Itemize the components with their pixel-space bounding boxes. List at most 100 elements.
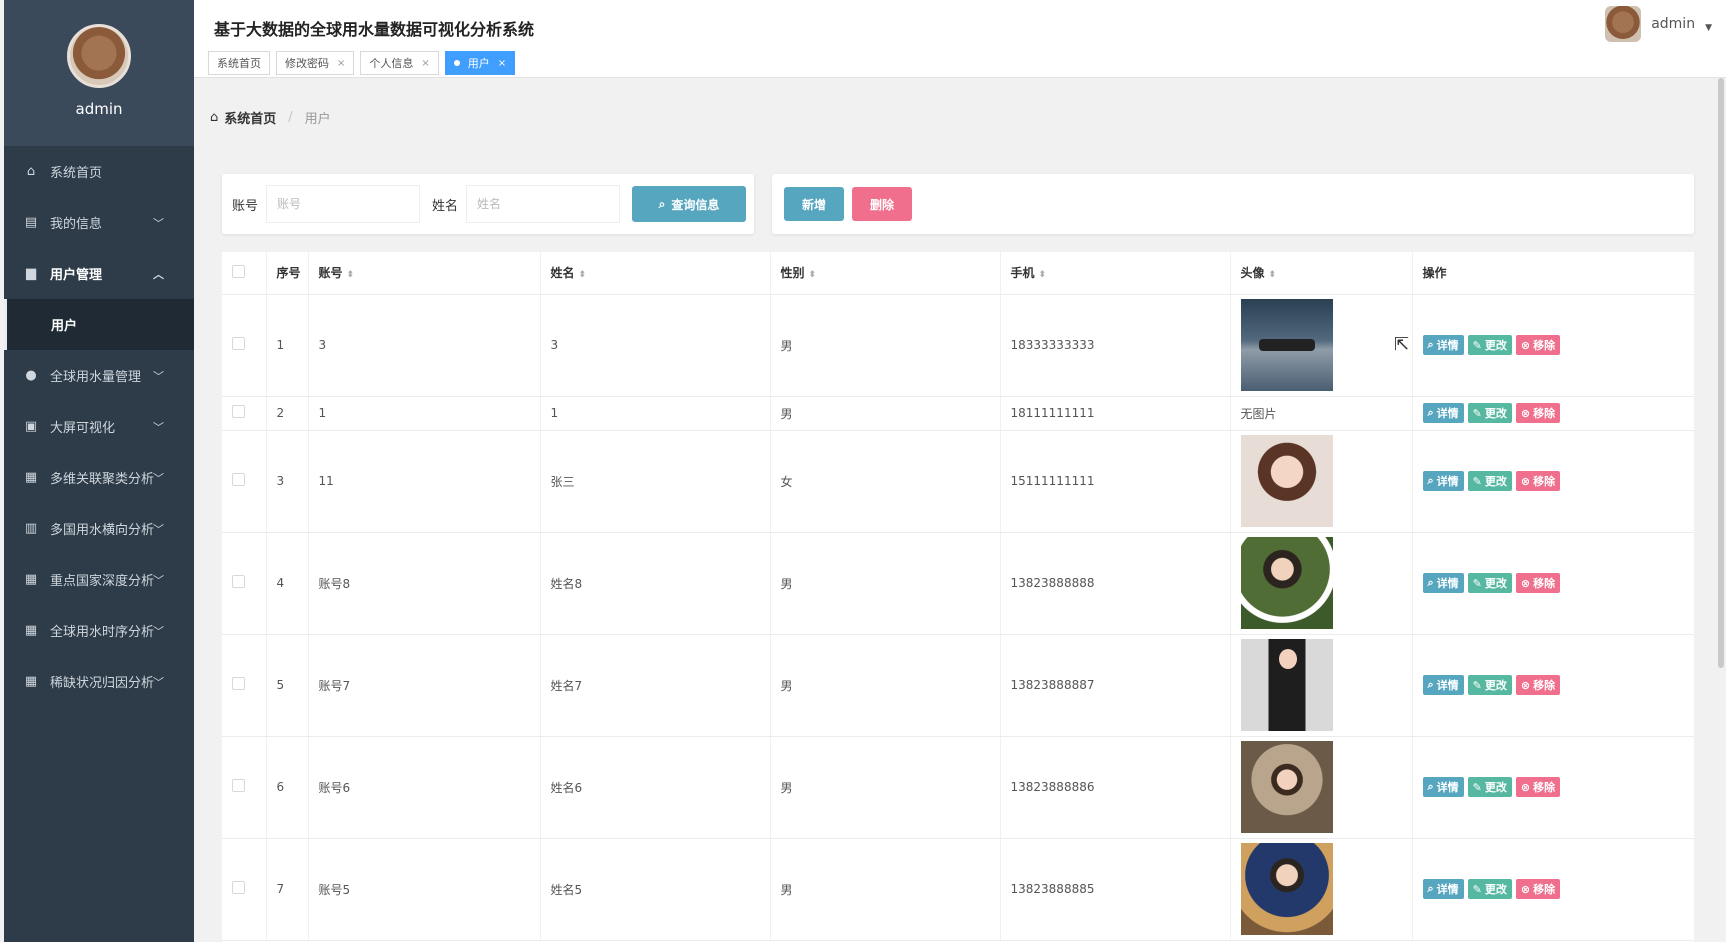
select-all-checkbox[interactable] (232, 264, 245, 278)
row-select-cell[interactable] (222, 736, 267, 839)
add-button[interactable]: 新增 (784, 187, 844, 221)
table-row[interactable]: 4 账号8 姓名8 男 13823888888 ⌕ 详情 ✎ 更改 ⊗ 移除 (222, 532, 1694, 635)
sidebar-item-big-screen[interactable]: ▣ 大屏可视化 ﹀ (4, 401, 194, 452)
row-select-cell[interactable] (222, 532, 267, 635)
detail-button[interactable]: ⌕ 详情 (1422, 335, 1464, 355)
delete-button[interactable]: 删除 (852, 187, 912, 221)
column-header-phone[interactable]: 手机 ⬍ (1000, 252, 1231, 295)
column-header-name[interactable]: 姓名 ⬍ (540, 252, 771, 295)
row-checkbox[interactable] (232, 881, 245, 894)
row-select-cell[interactable] (222, 634, 267, 737)
column-header-avatar[interactable]: 头像 ⬍ (1230, 252, 1413, 295)
avatar-image[interactable] (1240, 299, 1333, 391)
edit-button[interactable]: ✎ 更改 (1467, 471, 1512, 491)
sidebar-item-user-management[interactable]: ▆ 用户管理 ︿ (4, 248, 194, 299)
search-button-label: 查询信息 (671, 197, 720, 212)
detail-button[interactable]: ⌕ 详情 (1422, 573, 1464, 593)
caret-down-icon[interactable]: ▼ (1705, 23, 1712, 33)
sidebar-item-time-series[interactable]: ▦ 全球用水时序分析 ﹀ (4, 605, 194, 656)
close-circle-icon: ⊗ (1520, 678, 1531, 692)
breadcrumb-current: 用户 (304, 112, 331, 127)
remove-label: 移除 (1533, 475, 1556, 488)
edit-label: 更改 (1484, 407, 1507, 420)
detail-button[interactable]: ⌕ 详情 (1422, 777, 1464, 797)
sidebar-subitem-users[interactable]: 用户 (4, 299, 194, 350)
user-name[interactable]: admin (1651, 16, 1695, 32)
edit-button[interactable]: ✎ 更改 (1467, 573, 1512, 593)
tab-bar: 系统首页 修改密码 × 个人信息 × 用户 × (208, 51, 516, 75)
close-icon[interactable]: × (498, 58, 506, 69)
remove-button[interactable]: ⊗ 移除 (1515, 471, 1561, 491)
detail-button[interactable]: ⌕ 详情 (1422, 675, 1464, 695)
vertical-scrollbar[interactable] (1718, 78, 1724, 668)
edit-button[interactable]: ✎ 更改 (1467, 777, 1512, 797)
sort-icon[interactable]: ⬍ (1039, 270, 1047, 280)
sidebar-item-my-info[interactable]: ▤ 我的信息 ﹀ (4, 197, 194, 248)
user-menu[interactable]: admin ▼ (1605, 6, 1712, 42)
account-search-input[interactable] (266, 185, 421, 223)
avatar-image[interactable] (1240, 537, 1333, 629)
edit-button[interactable]: ✎ 更改 (1467, 879, 1512, 899)
avatar[interactable] (1605, 6, 1642, 42)
table-row[interactable]: 1 3 3 男 18333333333 ⌕ 详情 ✎ 更改 ⊗ 移除 (222, 294, 1694, 397)
row-select-cell[interactable] (222, 838, 267, 941)
sidebar-item-home[interactable]: ⌂ 系统首页 (4, 146, 194, 197)
table-row[interactable]: 2 1 1 男 18111111111 无图片 ⌕ 详情 ✎ 更改 ⊗ 移除 (222, 396, 1694, 431)
remove-button[interactable]: ⊗ 移除 (1515, 675, 1561, 695)
table-row[interactable]: 7 账号5 姓名5 男 13823888885 ⌕ 详情 ✎ 更改 ⊗ 移除 (222, 838, 1694, 941)
remove-button[interactable]: ⊗ 移除 (1515, 335, 1561, 355)
tab-change-password[interactable]: 修改密码 × (276, 51, 355, 75)
sort-icon[interactable]: ⬍ (579, 270, 587, 280)
sidebar-item-water-management[interactable]: ● 全球用水量管理 ﹀ (4, 350, 194, 401)
close-icon[interactable]: × (337, 58, 345, 69)
row-select-cell[interactable] (222, 294, 267, 397)
person-icon: ● (25, 368, 37, 383)
table-row[interactable]: 6 账号6 姓名6 男 13823888886 ⌕ 详情 ✎ 更改 ⊗ 移除 (222, 736, 1694, 839)
row-checkbox[interactable] (232, 473, 245, 486)
row-checkbox[interactable] (232, 575, 245, 588)
avatar[interactable] (67, 24, 131, 88)
avatar-image[interactable] (1240, 741, 1333, 833)
close-icon[interactable]: × (421, 58, 429, 69)
sort-icon[interactable]: ⬍ (809, 270, 817, 280)
select-all-cell[interactable] (222, 252, 267, 295)
row-checkbox[interactable] (232, 779, 245, 792)
tab-personal-info[interactable]: 个人信息 × (360, 51, 439, 75)
name-search-input[interactable] (466, 185, 621, 223)
avatar-image[interactable] (1240, 435, 1333, 527)
remove-button[interactable]: ⊗ 移除 (1515, 879, 1561, 899)
sidebar-item-cluster-analysis[interactable]: ▦ 多维关联聚类分析 ﹀ (4, 452, 194, 503)
close-circle-icon: ⊗ (1520, 406, 1531, 420)
row-checkbox[interactable] (232, 677, 245, 690)
row-select-cell[interactable] (222, 430, 267, 533)
detail-button[interactable]: ⌕ 详情 (1422, 471, 1464, 491)
table-row[interactable]: 3 11 张三 女 15111111111 ⌕ 详情 ✎ 更改 ⊗ 移除 (222, 430, 1694, 533)
row-actions: ⌕ 详情 ✎ 更改 ⊗ 移除 (1422, 777, 1694, 797)
detail-button[interactable]: ⌕ 详情 (1422, 403, 1464, 423)
edit-button[interactable]: ✎ 更改 (1467, 335, 1512, 355)
grid-icon: ▦ (24, 674, 38, 689)
breadcrumb-home[interactable]: 系统首页 (224, 108, 276, 127)
search-button[interactable]: ⌕ 查询信息 (632, 186, 747, 222)
row-checkbox[interactable] (232, 405, 245, 418)
edit-button[interactable]: ✎ 更改 (1467, 403, 1512, 423)
row-select-cell[interactable] (222, 396, 267, 431)
sort-icon[interactable]: ⬍ (347, 270, 355, 280)
row-checkbox[interactable] (232, 337, 245, 350)
tab-users[interactable]: 用户 × (444, 51, 516, 75)
sidebar-item-deep-analysis[interactable]: ▦ 重点国家深度分析 ﹀ (4, 554, 194, 605)
sidebar-item-country-comparison[interactable]: ▥ 多国用水横向分析 ﹀ (4, 503, 194, 554)
sidebar-item-scarcity-attribution[interactable]: ▦ 稀缺状况归因分析 ﹀ (4, 656, 194, 707)
avatar-image[interactable] (1240, 639, 1333, 731)
table-row[interactable]: 5 账号7 姓名7 男 13823888887 ⌕ 详情 ✎ 更改 ⊗ 移除 (222, 634, 1694, 737)
column-header-gender[interactable]: 性别 ⬍ (770, 252, 1001, 295)
remove-button[interactable]: ⊗ 移除 (1515, 777, 1561, 797)
avatar-image[interactable] (1240, 843, 1333, 935)
sort-icon[interactable]: ⬍ (1269, 270, 1277, 280)
tab-home[interactable]: 系统首页 (208, 51, 270, 75)
detail-button[interactable]: ⌕ 详情 (1422, 879, 1464, 899)
remove-button[interactable]: ⊗ 移除 (1515, 573, 1561, 593)
column-header-account[interactable]: 账号 ⬍ (308, 252, 541, 295)
edit-button[interactable]: ✎ 更改 (1467, 675, 1512, 695)
remove-button[interactable]: ⊗ 移除 (1515, 403, 1561, 423)
